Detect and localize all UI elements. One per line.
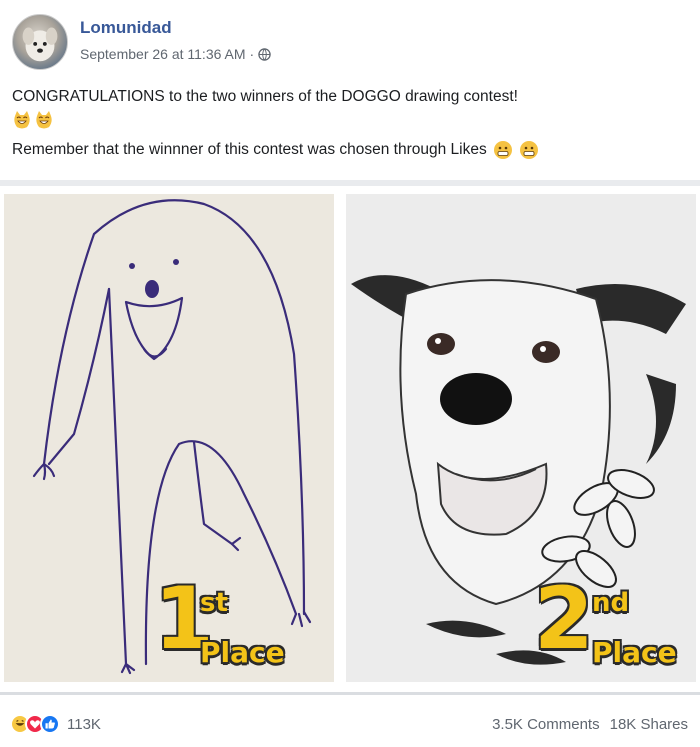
post-text-line1: CONGRATULATIONS to the two winners of th… xyxy=(12,88,518,105)
second-place-suffix: nd xyxy=(592,588,630,618)
meta-separator: · xyxy=(249,46,255,62)
cat-grin-emoji-icon xyxy=(36,111,52,129)
grimace-emoji-icon xyxy=(519,141,538,159)
post-meta: September 26 at 11:36 AM · xyxy=(80,46,271,62)
second-place-image[interactable]: 2 nd Place xyxy=(346,194,696,682)
post-text-line2: Remember that the winnner of this contes… xyxy=(12,141,487,158)
like-icon xyxy=(40,714,60,734)
first-place-word: Place xyxy=(200,636,285,669)
grimace-emoji-icon xyxy=(493,141,512,159)
divider xyxy=(0,180,700,186)
second-place-number: 2 xyxy=(534,569,594,669)
first-place-image[interactable]: 1 st Place xyxy=(4,194,334,682)
first-place-suffix: st xyxy=(200,588,228,618)
comments-count[interactable]: 3.5K Comments xyxy=(492,716,600,733)
engagement-stats: 3.5K Comments 18K Shares xyxy=(492,716,688,733)
author-name[interactable]: Lomunidad xyxy=(80,18,172,38)
emoji-row xyxy=(12,110,54,130)
realistic-dog-sketch-icon xyxy=(346,194,696,682)
reaction-count[interactable]: 113K xyxy=(67,716,101,733)
facebook-post: Lomunidad September 26 at 11:36 AM · CON… xyxy=(0,0,700,747)
second-place-word: Place xyxy=(592,636,677,669)
globe-icon[interactable] xyxy=(258,47,271,61)
timestamp[interactable]: September 26 at 11:36 AM xyxy=(80,46,246,62)
shares-count[interactable]: 18K Shares xyxy=(610,716,688,733)
dog-avatar-icon xyxy=(22,27,58,62)
avatar[interactable] xyxy=(12,14,68,70)
divider xyxy=(0,692,700,695)
post-text-line2-row: Remember that the winnner of this contes… xyxy=(12,140,539,160)
reactions-summary[interactable]: 113K xyxy=(10,714,101,734)
cat-grin-emoji-icon xyxy=(14,111,30,129)
